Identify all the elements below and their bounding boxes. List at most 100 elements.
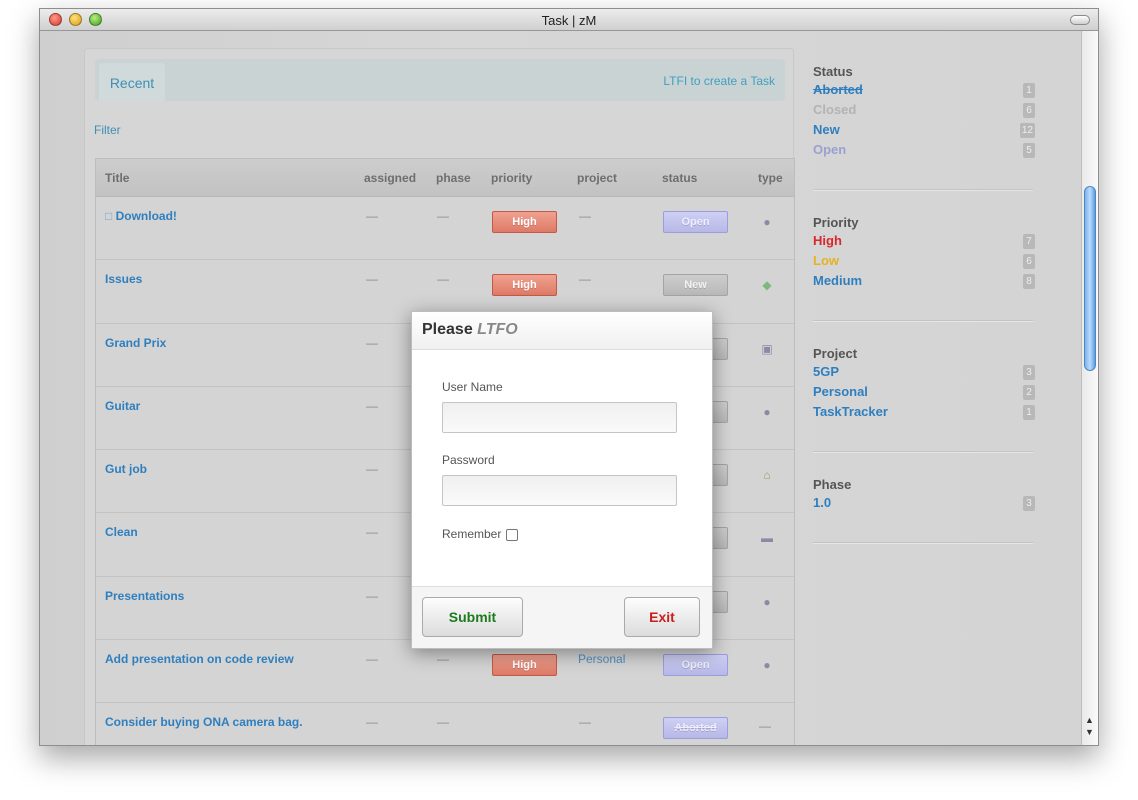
money-icon: ◆: [762, 278, 772, 293]
count-badge: 1: [1023, 83, 1035, 98]
phase-cell: —: [437, 209, 449, 223]
phase-cell: —: [437, 272, 449, 287]
scroll-up-icon[interactable]: ▲: [1085, 715, 1094, 725]
column-phase[interactable]: phase: [436, 171, 471, 185]
status-badge[interactable]: Open: [663, 654, 728, 677]
submit-button[interactable]: Submit: [422, 597, 523, 637]
status-badge[interactable]: Aborted: [663, 717, 728, 740]
phase-filter-1-0[interactable]: 1.0 3: [813, 495, 1035, 515]
table-row[interactable]: Consider buying ONA camera bag. — — — Ab…: [96, 703, 794, 745]
count-badge: 6: [1023, 254, 1035, 269]
status-filter-new[interactable]: New 12: [813, 122, 1035, 142]
priority-badge[interactable]: High: [492, 211, 557, 233]
count-badge: 3: [1023, 365, 1035, 380]
filter-link[interactable]: Filter: [94, 123, 121, 137]
column-project[interactable]: project: [577, 171, 617, 185]
toolbar-toggle-button[interactable]: [1070, 15, 1090, 25]
remember-label: Remember: [442, 527, 502, 541]
count-badge: 2: [1023, 385, 1035, 400]
project-cell: —: [579, 209, 591, 223]
column-status[interactable]: status: [662, 171, 697, 185]
task-title-link[interactable]: Presentations: [105, 589, 184, 603]
create-task-link[interactable]: LTFI to create a Task: [663, 74, 775, 88]
priority-badge[interactable]: High: [492, 654, 557, 677]
status-filter-open[interactable]: Open 5: [813, 142, 1035, 162]
priority-heading: Priority: [813, 215, 859, 230]
status-filter-group: Status Aborted 1 Closed 6 New 12 Open 5: [813, 64, 1035, 162]
count-badge: 6: [1023, 103, 1035, 118]
assigned-cell: —: [366, 209, 378, 223]
username-label: User Name: [442, 380, 503, 394]
column-type[interactable]: type: [758, 171, 783, 185]
project-cell: —: [579, 715, 591, 730]
phase-heading: Phase: [813, 477, 852, 492]
password-label: Password: [442, 453, 495, 467]
divider: [813, 189, 1033, 191]
task-title-link[interactable]: Clean: [105, 525, 138, 539]
priority-filter-medium[interactable]: Medium 8: [813, 273, 1035, 293]
username-field[interactable]: [442, 402, 677, 433]
count-badge: 8: [1023, 274, 1035, 289]
assigned-cell: —: [366, 398, 378, 413]
task-title-link[interactable]: Guitar: [105, 399, 140, 413]
priority-filter-low[interactable]: Low 6: [813, 253, 1035, 273]
project-cell[interactable]: Personal: [578, 652, 625, 666]
count-badge: 5: [1023, 143, 1035, 158]
title-bar: Task | zM: [40, 9, 1098, 31]
project-cell: —: [579, 272, 591, 287]
task-title-link[interactable]: Consider buying ONA camera bag.: [105, 715, 303, 729]
person-icon: ●: [763, 215, 771, 229]
phase-filter-group: Phase 1.0 3: [813, 477, 1035, 515]
count-badge: 3: [1023, 496, 1035, 511]
project-filter-5gp[interactable]: 5GP 3: [813, 364, 1035, 384]
priority-badge[interactable]: High: [492, 274, 557, 297]
vertical-scrollbar[interactable]: ▲ ▼: [1081, 31, 1098, 745]
status-badge[interactable]: New: [663, 274, 728, 297]
task-title-link[interactable]: Issues: [105, 272, 142, 286]
assigned-cell: —: [366, 462, 378, 477]
scroll-down-icon[interactable]: ▼: [1085, 727, 1094, 737]
status-heading: Status: [813, 64, 853, 79]
table-header: Title assigned phase priority project st…: [96, 159, 794, 197]
column-title[interactable]: Title: [105, 171, 129, 185]
house-icon: ⌂: [763, 468, 771, 483]
status-filter-closed[interactable]: Closed 6: [813, 102, 1035, 122]
project-filter-tasktracker[interactable]: TaskTracker 1: [813, 404, 1035, 424]
task-title-link[interactable]: □ Download!: [105, 209, 177, 223]
table-row[interactable]: Add presentation on code review — — High…: [96, 640, 794, 704]
count-badge: 7: [1023, 234, 1035, 249]
column-priority[interactable]: priority: [491, 171, 532, 185]
project-filter-group: Project 5GP 3 Personal 2 TaskTracker 1: [813, 346, 1035, 424]
assigned-cell: —: [366, 652, 378, 667]
task-title-link[interactable]: Gut job: [105, 462, 147, 476]
comment-icon: □: [105, 209, 113, 223]
tab-recent[interactable]: Recent: [99, 63, 165, 101]
person-icon: ●: [763, 658, 771, 673]
priority-filter-high[interactable]: High 7: [813, 233, 1035, 253]
camera-icon: ▣: [761, 341, 773, 356]
remember-checkbox[interactable]: [506, 529, 518, 541]
assigned-cell: —: [366, 588, 378, 603]
dialog-title: Please LTFO: [412, 312, 712, 350]
assigned-cell: —: [366, 272, 378, 287]
status-badge[interactable]: Open: [663, 211, 728, 233]
count-badge: 1: [1023, 405, 1035, 420]
assigned-cell: —: [366, 525, 378, 540]
divider: [813, 542, 1033, 544]
password-field[interactable]: [442, 475, 677, 506]
divider: [813, 320, 1033, 322]
count-badge: 12: [1019, 123, 1035, 138]
scrollbar-thumb[interactable]: [1084, 186, 1096, 371]
exit-button[interactable]: Exit: [624, 597, 700, 637]
status-filter-aborted[interactable]: Aborted 1: [813, 82, 1035, 102]
column-assigned[interactable]: assigned: [364, 171, 416, 185]
login-dialog: Please LTFO User Name Password Remember …: [411, 311, 713, 649]
project-filter-personal[interactable]: Personal 2: [813, 384, 1035, 404]
table-row[interactable]: □ Download! — — High — Open ●: [96, 197, 794, 261]
task-title-link[interactable]: Add presentation on code review: [105, 652, 294, 666]
task-title-link[interactable]: Grand Prix: [105, 336, 166, 350]
tab-bar: Recent LTFI to create a Task: [95, 59, 785, 101]
dialog-footer: Submit Exit: [412, 586, 712, 648]
divider: [813, 451, 1033, 453]
project-heading: Project: [813, 346, 858, 361]
